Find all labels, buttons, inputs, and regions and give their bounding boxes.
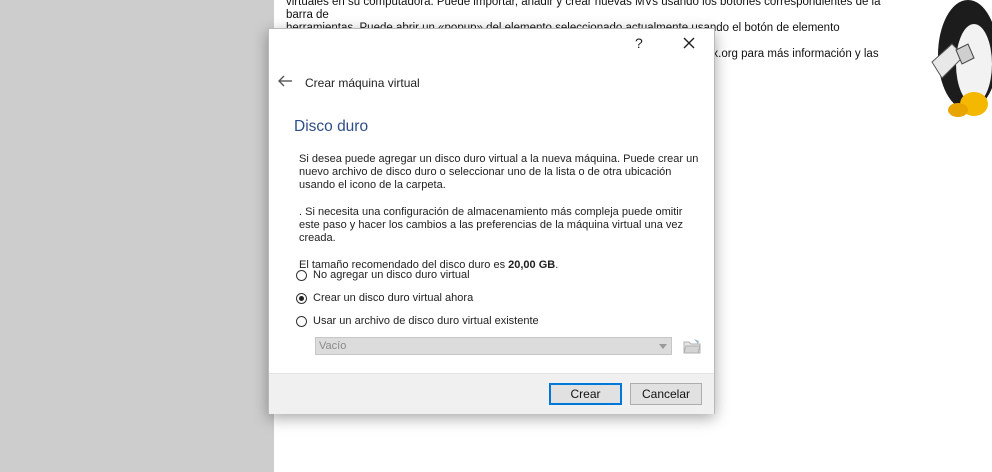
description-paragraph: Si desea puede agregar un disco duro vir… xyxy=(299,153,699,191)
description: Si desea puede agregar un disco duro vir… xyxy=(299,153,699,272)
description-paragraph: . Si necesita una configuración de almac… xyxy=(299,206,683,244)
option-create-disk[interactable]: Crear un disco duro virtual ahora xyxy=(296,290,473,306)
option-existing-disk[interactable]: Usar un archivo de disco duro virtual ex… xyxy=(296,313,539,329)
help-button[interactable]: ? xyxy=(635,35,643,51)
folder-icon[interactable] xyxy=(683,338,701,354)
welcome-line: virtuales en su computadora. Puede impor… xyxy=(286,0,881,21)
chevron-down-icon xyxy=(659,344,667,349)
option-label: No agregar un disco duro virtual xyxy=(313,269,470,281)
recommended-suffix: . xyxy=(555,259,559,271)
existing-disk-select[interactable]: Vacío xyxy=(315,337,672,355)
close-icon[interactable] xyxy=(679,33,699,53)
radio-button[interactable] xyxy=(296,315,307,327)
page-title: Disco duro xyxy=(294,118,369,135)
title-bar: ? xyxy=(269,29,714,59)
option-label: Crear un disco duro virtual ahora xyxy=(313,292,474,304)
back-arrow-icon[interactable] xyxy=(277,74,293,88)
radio-button[interactable] xyxy=(296,292,307,304)
radio-button[interactable] xyxy=(296,269,307,281)
cancel-button[interactable]: Cancelar xyxy=(630,383,702,405)
create-button[interactable]: Crear xyxy=(549,383,622,405)
button-bar: Crear Cancelar xyxy=(269,373,714,414)
existing-disk-value: Vacío xyxy=(319,340,347,352)
penguin-logo-icon xyxy=(931,0,992,117)
wizard-title: Crear máquina virtual xyxy=(305,76,420,90)
option-label: Usar un archivo de disco duro virtual ex… xyxy=(313,315,539,327)
option-no-disk[interactable]: No agregar un disco duro virtual xyxy=(296,267,470,283)
left-panel xyxy=(0,0,274,472)
create-vm-dialog: ? Crear máquina virtual Disco duro Si de… xyxy=(268,28,715,414)
recommended-size: 20,00 GB xyxy=(508,259,556,271)
